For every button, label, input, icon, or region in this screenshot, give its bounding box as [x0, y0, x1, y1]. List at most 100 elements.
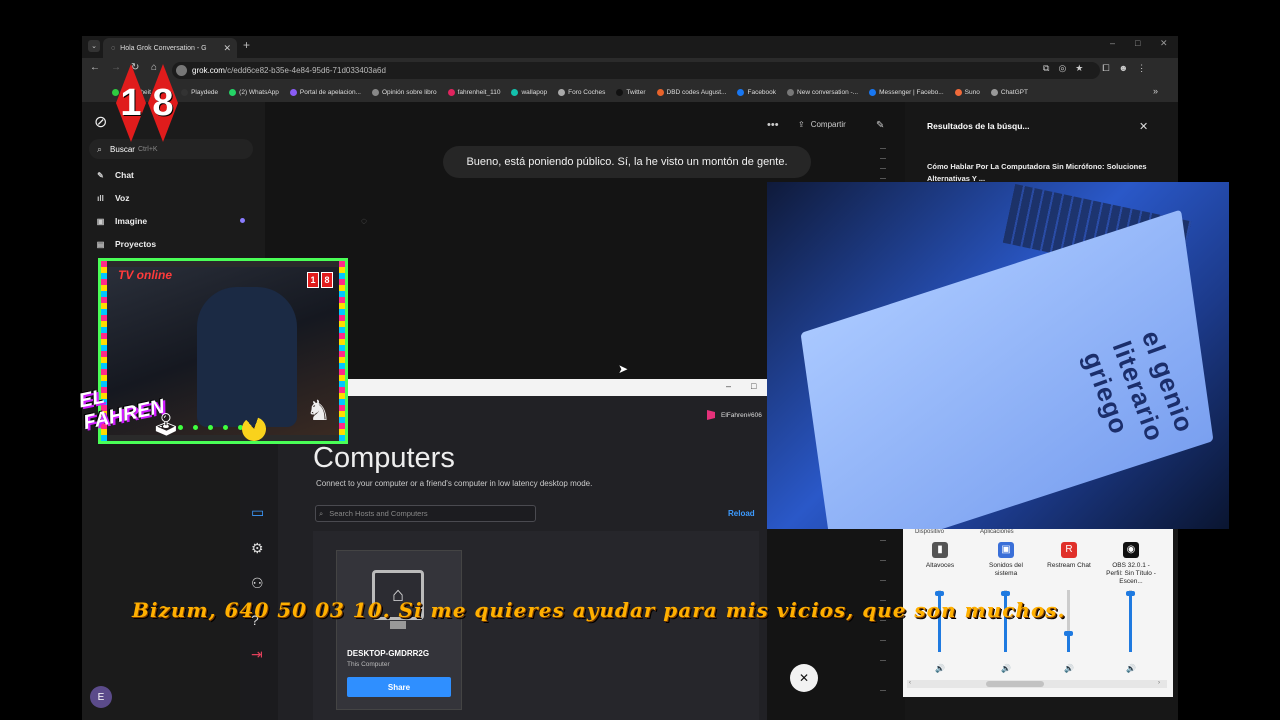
url-bar[interactable]: grok.com/c/edd6ce82-b35e-4e84-95d6-71d03… — [172, 62, 1100, 79]
settings-gear-icon[interactable]: ⚙ — [251, 540, 264, 557]
window-close-icon[interactable]: ✕ — [1160, 38, 1168, 49]
scroll-right-icon[interactable]: › — [1158, 680, 1160, 686]
mute-speaker-icon[interactable]: 🔊 — [1064, 664, 1074, 673]
page-subtitle: Connect to your computer or a friend's c… — [316, 479, 593, 488]
bookmark-item[interactable]: Playdede — [181, 88, 218, 96]
tab-title: Hola Grok Conversation - G — [120, 44, 207, 52]
reload-button[interactable]: Reload — [728, 509, 755, 518]
tab-grok[interactable]: ◌ Hola Grok Conversation - G ✕ — [103, 38, 237, 58]
more-options-icon[interactable]: ••• — [767, 119, 779, 131]
profile-icon[interactable]: ☻ — [1119, 63, 1128, 74]
mute-speaker-icon[interactable]: 🔊 — [1126, 664, 1136, 673]
new-tab-button[interactable]: + — [243, 38, 250, 52]
maximize-icon[interactable]: □ — [751, 381, 756, 391]
sidebar-item-label: Voz — [115, 193, 130, 203]
bookmark-star-icon[interactable]: ★ — [1075, 63, 1083, 74]
minimize-icon[interactable]: – — [1110, 38, 1115, 48]
volume-slider-thumb[interactable] — [1126, 591, 1135, 596]
mute-speaker-icon[interactable]: 🔊 — [1001, 664, 1011, 673]
mixer-app-label: Altavoces — [925, 562, 955, 569]
scroll-left-icon[interactable]: ‹ — [909, 680, 911, 686]
volume-slider-thumb[interactable] — [1001, 591, 1010, 596]
bookmark-item[interactable]: DBD codes August... — [656, 88, 726, 96]
mixer-app[interactable]: ▣ Sonidos del sistema — [980, 542, 1032, 578]
volume-slider-thumb[interactable] — [1064, 631, 1073, 636]
page-title: Computers — [313, 442, 455, 474]
bookmark-item[interactable]: fahrenheit_110 — [447, 88, 501, 96]
mixer-app[interactable]: R Restream Chat — [1043, 542, 1095, 570]
speaker-device-icon: ▮ — [932, 542, 948, 558]
bookmark-favicon-icon — [558, 88, 566, 96]
computer-name: DESKTOP-GMDRR2G — [347, 649, 430, 658]
sidebar-item-label: Imagine — [115, 216, 148, 226]
bookmark-label: Opinión sobre libro — [382, 88, 437, 96]
tv-online-label: TV online — [118, 268, 172, 282]
share-button[interactable]: ⇪ Compartir — [798, 120, 846, 129]
menu-dots-icon[interactable]: ⋮ — [1137, 63, 1146, 74]
bookmark-label: Facebook — [747, 88, 777, 96]
bookmark-item[interactable]: Suno — [954, 88, 980, 96]
logout-icon[interactable]: ⇥ — [251, 646, 263, 663]
bookmark-item[interactable]: New conversation -... — [787, 88, 859, 96]
install-icon[interactable]: ⧉ — [1043, 63, 1049, 74]
bookmark-item[interactable]: Opinión sobre libro — [372, 88, 437, 96]
share-computer-button[interactable]: Share — [347, 677, 451, 697]
sidebar-item-chat[interactable]: ✎ Chat — [96, 170, 134, 180]
scroll-marker — [880, 580, 886, 581]
scroll-marker — [880, 158, 886, 159]
back-icon[interactable]: ← — [90, 62, 100, 73]
bookmark-label: (2) WhatsApp — [239, 88, 279, 96]
sidebar-item-imagine[interactable]: ▣ Imagine — [96, 216, 147, 226]
maximize-icon[interactable]: □ — [1135, 38, 1140, 48]
tab-search-button[interactable]: ⌄ — [88, 40, 100, 52]
volume-slider-thumb[interactable] — [935, 591, 944, 596]
parsec-titlebar: – □ — [343, 379, 767, 396]
mixer-scroll-thumb[interactable] — [986, 681, 1044, 687]
bookmark-item[interactable]: Facebook — [737, 88, 777, 96]
close-icon[interactable]: ✕ — [1139, 120, 1148, 133]
mixer-app-label: Sonidos del sistema — [989, 562, 1023, 577]
bookmark-favicon-icon — [181, 88, 189, 96]
extension-icons: ⧉ ◎ ★ ⧠ ☻ ⋮ — [1043, 63, 1146, 74]
bookmark-item[interactable]: Twitter — [616, 88, 646, 96]
bookmark-item[interactable]: Messenger | Facebo... — [869, 88, 944, 96]
close-icon[interactable]: ✕ — [223, 43, 231, 54]
parsec-user[interactable]: ElFahren#606 — [707, 410, 762, 420]
results-title: Resultados de la búsqu... — [927, 121, 1030, 131]
bookmark-favicon-icon — [511, 88, 519, 96]
bookmark-item[interactable]: Foro Coches — [558, 88, 605, 96]
pacman-dots — [178, 425, 243, 430]
sidebar-item-voz[interactable]: ıll Voz — [96, 193, 129, 203]
eye-off-icon[interactable]: ◎ — [1058, 63, 1066, 74]
bookmark-favicon-icon — [787, 88, 795, 96]
bookmark-item[interactable]: (2) WhatsApp — [229, 88, 279, 96]
mute-speaker-icon[interactable]: 🔊 — [935, 664, 945, 673]
close-icon[interactable]: ✕ — [790, 664, 818, 692]
more-bookmarks-icon[interactable]: » — [1153, 86, 1158, 96]
friends-icon[interactable]: ⚇ — [251, 575, 264, 592]
bookmark-label: ChatGPT — [1000, 88, 1028, 96]
mixer-app[interactable]: ◉ OBS 32.0.1 - Perfil: Sin Título - Escen… — [1105, 542, 1157, 586]
upload-icon: ⇪ — [798, 120, 805, 129]
avatar[interactable]: E — [90, 686, 112, 708]
bookmark-favicon-icon — [869, 88, 877, 96]
bookmark-item[interactable]: ChatGPT — [990, 88, 1028, 96]
minimize-icon[interactable]: – — [726, 381, 731, 391]
badge-digit: 1 — [307, 272, 319, 288]
grok-logo-icon[interactable]: ⊘ — [94, 112, 107, 132]
mixer-app[interactable]: ▮ Altavoces — [914, 542, 966, 570]
bookmark-item[interactable]: Portal de apelacion... — [289, 88, 361, 96]
search-input[interactable]: ⌕ Buscar Ctrl+K — [89, 139, 253, 159]
search-icon: ⌕ — [319, 508, 324, 518]
bookmark-item[interactable]: wallapop — [511, 88, 547, 96]
scroll-marker — [880, 640, 886, 641]
bookmark-label: New conversation -... — [797, 88, 859, 96]
computers-icon[interactable]: ▭ — [251, 504, 264, 521]
hosts-search-input[interactable]: ⌕ Search Hosts and Computers — [315, 505, 536, 522]
extensions-icon[interactable]: ⧠ — [1102, 63, 1109, 74]
new-chat-icon[interactable]: ✎ — [876, 120, 884, 131]
bookmark-label: Portal de apelacion... — [299, 88, 361, 96]
bookmark-label: fahrenheit_110 — [457, 88, 501, 96]
sidebar-item-proyectos[interactable]: ▤ Proyectos — [96, 239, 156, 249]
bookmarks-bar: fahrenheit_Pre... Playdede (2) WhatsApp Por… — [82, 82, 1178, 102]
